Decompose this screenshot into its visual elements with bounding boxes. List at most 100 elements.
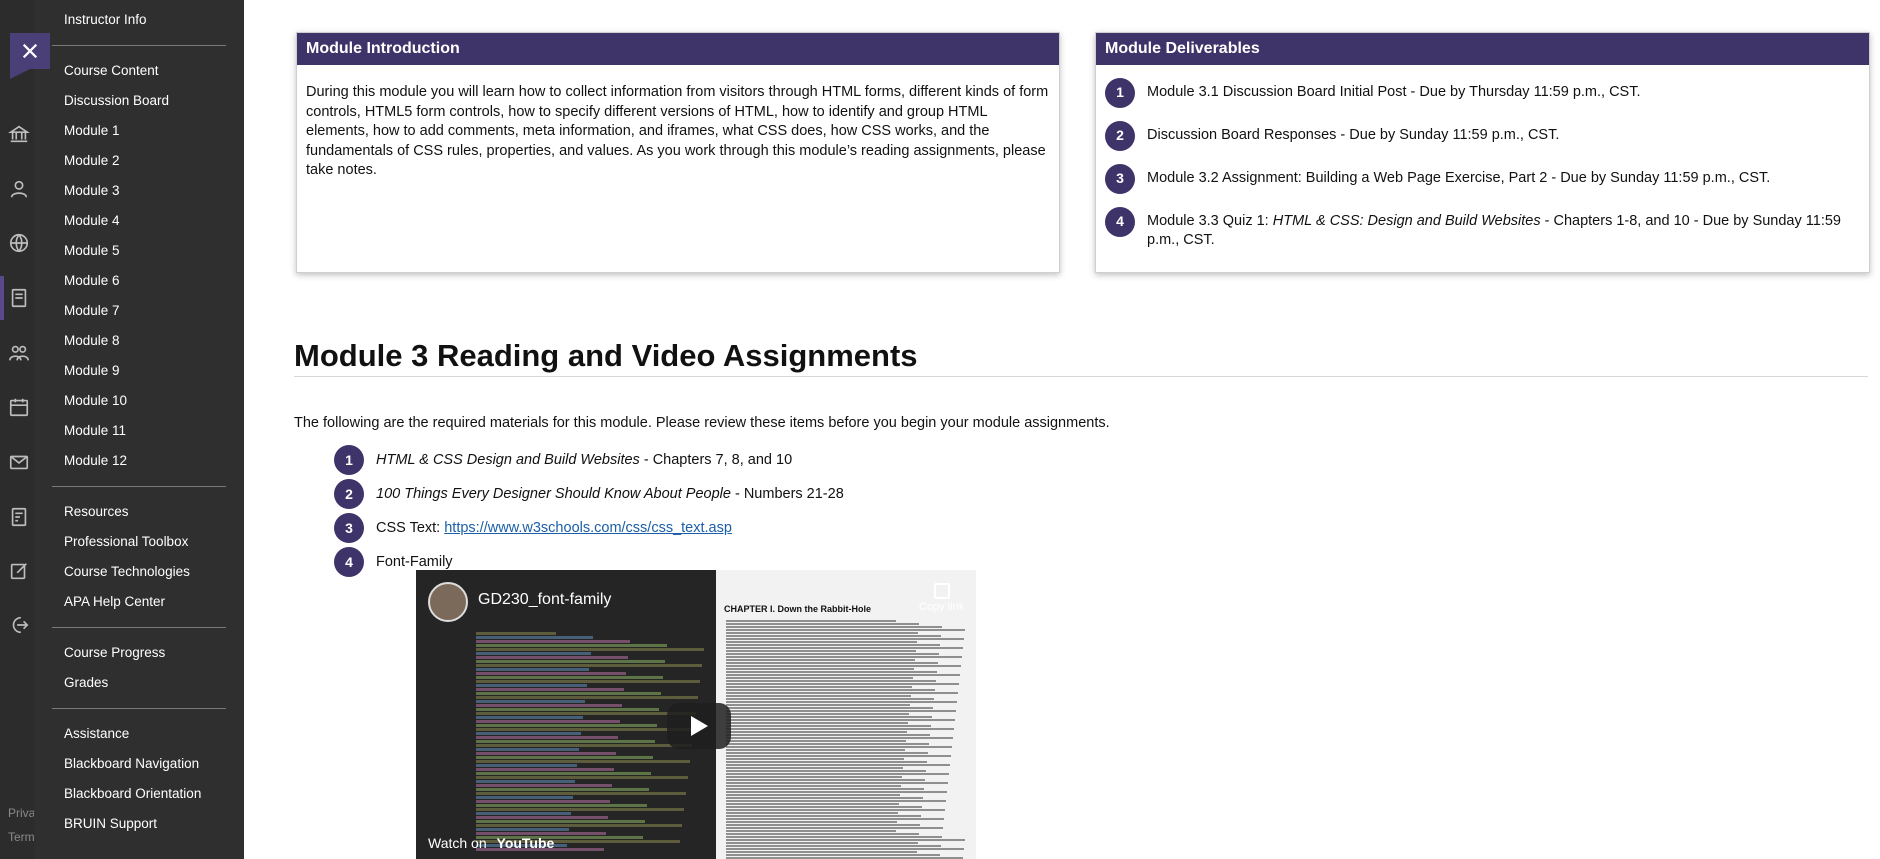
menu-item-module-11[interactable]: Module 11 — [34, 416, 244, 446]
mail-icon[interactable] — [8, 451, 30, 473]
text-line — [726, 635, 941, 637]
text-line — [726, 770, 926, 772]
menu-item-module-10[interactable]: Module 10 — [34, 386, 244, 416]
number-badge: 3 — [334, 513, 364, 543]
close-menu-button[interactable] — [10, 33, 50, 69]
text-line — [726, 785, 901, 787]
menu-item-apa-help-center[interactable]: APA Help Center — [34, 587, 244, 617]
user-icon[interactable] — [8, 178, 30, 200]
menu-item-module-12[interactable]: Module 12 — [34, 446, 244, 476]
watch-on-youtube-link[interactable]: Watch on YouTube — [428, 835, 554, 851]
edit-icon[interactable] — [8, 560, 30, 582]
book-title: HTML & CSS: Design and Build Websites — [1272, 213, 1541, 229]
text-line — [726, 707, 933, 709]
menu-divider — [52, 45, 226, 46]
menu-item-blackboard-navigation[interactable]: Blackboard Navigation — [34, 749, 244, 779]
number-badge: 2 — [1105, 121, 1135, 151]
text-line — [726, 668, 914, 670]
globe-icon[interactable] — [8, 232, 30, 254]
deliverable-text: Module 3.3 Quiz 1: HTML & CSS: Design an… — [1147, 207, 1860, 250]
text-line — [726, 716, 932, 718]
courses-icon[interactable] — [8, 287, 30, 309]
text-line — [726, 839, 965, 841]
menu-group: Course Progress Grades — [34, 638, 244, 698]
text-line — [726, 788, 924, 790]
css-text-link[interactable]: https://www.w3schools.com/css/css_text.a… — [444, 520, 732, 536]
menu-item-bruin-support[interactable]: BRUIN Support — [34, 809, 244, 839]
signout-icon[interactable] — [8, 614, 30, 636]
menu-item-module-4[interactable]: Module 4 — [34, 206, 244, 236]
text-line — [726, 851, 917, 853]
channel-avatar[interactable] — [428, 582, 468, 622]
menu-item-professional-toolbox[interactable]: Professional Toolbox — [34, 527, 244, 557]
grades-icon[interactable] — [8, 506, 30, 528]
text-line — [726, 779, 925, 781]
code-line — [476, 680, 700, 683]
menu-item-module-3[interactable]: Module 3 — [34, 176, 244, 206]
terms-link[interactable]: Term — [8, 830, 35, 844]
video-embed[interactable]: CHAPTER I. Down the Rabbit-Hole GD230_fo… — [416, 570, 976, 859]
code-line — [476, 804, 647, 807]
reading-item: 1 HTML & CSS Design and Build Websites -… — [334, 443, 844, 477]
menu-item-course-progress[interactable]: Course Progress — [34, 638, 244, 668]
number-badge: 4 — [1105, 207, 1135, 237]
menu-item-blackboard-orientation[interactable]: Blackboard Orientation — [34, 779, 244, 809]
menu-item-instructor-info[interactable]: Instructor Info — [34, 5, 244, 35]
book-title: HTML & CSS Design and Build Websites — [376, 452, 640, 468]
reading-suffix: - Numbers 21-28 — [730, 486, 844, 502]
menu-item-module-6[interactable]: Module 6 — [34, 266, 244, 296]
text-line — [726, 743, 929, 745]
video-title[interactable]: GD230_font-family — [478, 591, 611, 609]
deliverable-item: 4 Module 3.3 Quiz 1: HTML & CSS: Design … — [1105, 207, 1860, 250]
menu-item-module-2[interactable]: Module 2 — [34, 146, 244, 176]
menu-item-grades[interactable]: Grades — [34, 668, 244, 698]
code-line — [476, 696, 698, 699]
menu-item-resources[interactable]: Resources — [34, 497, 244, 527]
section-intro: The following are the required materials… — [294, 415, 1110, 431]
menu-item-module-8[interactable]: Module 8 — [34, 326, 244, 356]
text-line — [726, 827, 943, 829]
text-line — [726, 791, 947, 793]
play-button[interactable] — [667, 703, 731, 749]
institution-icon[interactable] — [8, 123, 30, 145]
menu-item-module-5[interactable]: Module 5 — [34, 236, 244, 266]
text-line — [726, 842, 918, 844]
code-line — [476, 792, 686, 795]
privacy-link[interactable]: Priva — [8, 806, 35, 820]
code-line — [476, 816, 608, 819]
text-line — [726, 653, 939, 655]
code-line — [476, 636, 593, 639]
active-indicator — [0, 276, 4, 320]
code-line — [476, 752, 616, 755]
code-line — [476, 768, 614, 771]
menu-item-course-technologies[interactable]: Course Technologies — [34, 557, 244, 587]
code-line — [476, 660, 665, 663]
menu-item-module-1[interactable]: Module 1 — [34, 116, 244, 146]
menu-item-discussion-board[interactable]: Discussion Board — [34, 86, 244, 116]
youtube-logo: YouTube — [496, 835, 555, 851]
code-line — [476, 776, 688, 779]
menu-item-module-7[interactable]: Module 7 — [34, 296, 244, 326]
menu-item-assistance[interactable]: Assistance — [34, 719, 244, 749]
code-line — [476, 704, 622, 707]
menu-item-course-content[interactable]: Course Content — [34, 56, 244, 86]
text-line — [726, 809, 945, 811]
code-line — [476, 724, 657, 727]
text-line — [726, 719, 955, 721]
text-line — [726, 692, 958, 694]
text-line — [726, 845, 941, 847]
text-line — [726, 620, 896, 622]
calendar-icon[interactable] — [8, 396, 30, 418]
copy-link-button[interactable]: Copy link — [919, 583, 964, 613]
code-line — [476, 736, 618, 739]
code-line — [476, 748, 579, 751]
code-line — [476, 688, 624, 691]
text-line — [726, 728, 954, 730]
menu-item-module-9[interactable]: Module 9 — [34, 356, 244, 386]
code-line — [476, 716, 583, 719]
text-line — [726, 812, 898, 814]
reading-item: 3 CSS Text: https://www.w3schools.com/cs… — [334, 511, 844, 545]
groups-icon[interactable] — [8, 342, 30, 364]
code-line — [476, 712, 696, 715]
text-line — [726, 677, 913, 679]
